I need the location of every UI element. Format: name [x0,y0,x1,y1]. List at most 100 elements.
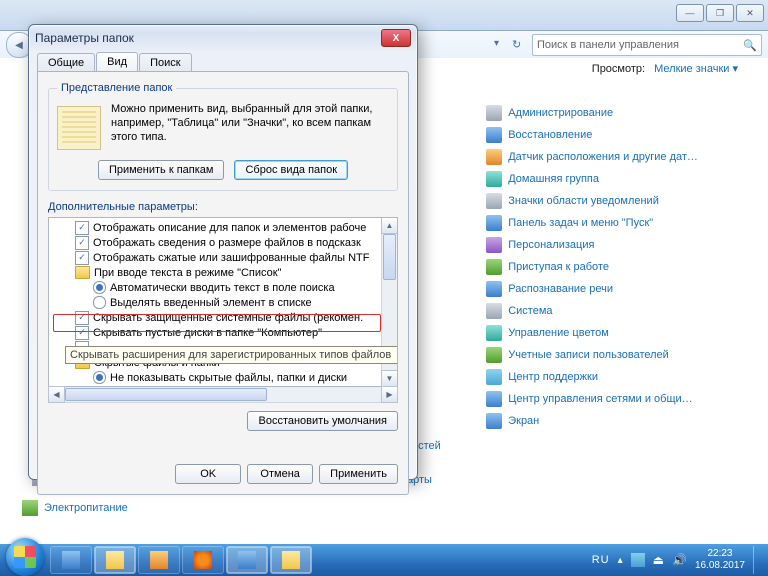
scroll-right-button[interactable]: ▶ [381,386,398,403]
cp-item-label: Панель задач и меню "Пуск" [508,217,653,229]
tree-row[interactable]: ✓Отображать описание для папок и элемент… [49,220,397,235]
close-window-button[interactable]: ✕ [736,4,764,22]
tab-view[interactable]: Вид [96,52,138,72]
cp-item-label: Домашняя группа [508,173,599,185]
maximize-button[interactable]: ❐ [706,4,734,22]
checkbox-icon[interactable]: ✓ [75,251,89,265]
checkbox-icon[interactable]: ✓ [75,236,89,250]
scroll-left-button[interactable]: ◀ [48,386,65,403]
tab-search[interactable]: Поиск [139,53,191,73]
control-panel-item[interactable]: Персонализация [486,234,758,255]
cp-item-icon [486,215,502,231]
minimize-button[interactable]: — [676,4,704,22]
cp-item-icon [486,391,502,407]
control-panel-item[interactable]: Домашняя группа [486,168,758,189]
cp-item-icon [486,325,502,341]
control-panel-icon [238,551,256,569]
control-panel-item[interactable]: Датчик расположения и другие дат… [486,146,758,167]
taskbar-clock[interactable]: 22:23 16.08.2017 [695,548,745,572]
search-input[interactable]: Поиск в панели управления 🔍 [532,34,762,56]
scroll-thumb-h[interactable] [65,388,267,401]
control-panel-item[interactable]: Панель задач и меню "Пуск" [486,212,758,233]
tray-show-hidden-icon[interactable]: ▴ [618,555,623,566]
control-panel-item[interactable]: Учетные записи пользователей [486,344,758,365]
scroll-up-button[interactable]: ▲ [381,217,398,234]
tree-row[interactable]: Не показывать скрытые файлы, папки и дис… [49,370,397,385]
tree-row[interactable]: При вводе текста в режиме "Список" [49,265,397,280]
tree-row[interactable]: ✓Скрывать защищенные системные файлы (ре… [49,310,397,325]
action-center-icon[interactable] [631,553,645,567]
folder-icon [75,266,90,279]
control-panel-item[interactable]: Значки области уведомлений [486,190,758,211]
tree-row-label: Не показывать скрытые файлы, папки и дис… [110,372,347,384]
restore-defaults-button[interactable]: Восстановить умолчания [247,411,398,431]
ie-icon [62,551,80,569]
checkbox-icon[interactable]: ✓ [75,311,89,325]
tree-horizontal-scrollbar[interactable]: ◀ ▶ [48,387,398,403]
tab-general[interactable]: Общие [37,53,95,73]
show-desktop-button[interactable] [753,546,762,574]
radio-icon[interactable] [93,281,106,294]
taskbar-explorer[interactable] [94,546,136,574]
cp-item-label: Восстановление [508,129,592,141]
cp-item-label: Учетные записи пользователей [508,349,669,361]
scroll-thumb-v[interactable] [383,234,396,280]
control-panel-item[interactable]: Экран [486,410,758,431]
advanced-settings-tree[interactable]: ✓Отображать описание для папок и элемент… [48,217,398,387]
cp-item-icon [486,369,502,385]
ok-button[interactable]: OK [175,464,241,484]
cp-item-icon [486,347,502,363]
taskbar-dialog[interactable] [270,546,312,574]
control-panel-item[interactable]: Центр поддержки [486,366,758,387]
start-button[interactable] [6,538,44,576]
tree-row-label: При вводе текста в режиме "Список" [94,267,281,279]
control-panel-item[interactable]: Центр управления сетями и общи… [486,388,758,409]
cancel-button[interactable]: Отмена [247,464,313,484]
cp-item-icon [486,237,502,253]
tree-row-label: Скрывать пустые диски в папке "Компьютер… [93,327,322,339]
scroll-down-button[interactable]: ▼ [381,370,398,387]
control-panel-item[interactable]: Приступая к работе [486,256,758,277]
reset-folders-button[interactable]: Сброс вида папок [234,160,348,180]
taskbar-ie[interactable] [50,546,92,574]
safely-remove-icon[interactable]: ⏏ [653,553,664,567]
view-mode-selector[interactable]: Просмотр: Мелкие значки ▾ [592,62,738,75]
media-icon [150,551,168,569]
tree-row-label: Отображать сведения о размере файлов в п… [93,237,361,249]
tree-row[interactable]: ✓ Отображать сжатые или зашифрованные фай… [49,250,397,265]
taskbar-media-player[interactable] [138,546,180,574]
radio-icon[interactable] [93,371,106,384]
taskbar-control-panel[interactable] [226,546,268,574]
control-panel-item[interactable]: Управление цветом [486,322,758,343]
tree-row[interactable]: ✓ Отображать сведения о размере файлов в … [49,235,397,250]
checkbox-icon[interactable]: ✓ [75,326,89,340]
language-indicator[interactable]: RU [592,554,610,566]
cp-item-icon [486,127,502,143]
tree-row-label: Отображать сжатые или зашифрованные файл… [93,252,369,264]
cp-item-label: Экран [508,415,539,427]
control-panel-item[interactable]: Распознавание речи [486,278,758,299]
radio-icon[interactable] [93,296,106,309]
tree-row[interactable]: Выделять введенный элемент в списке [49,295,397,310]
apply-to-folders-button[interactable]: Применить к папкам [98,160,225,180]
dropdown-icon[interactable]: ▾ [494,38,508,52]
cp-item-icon [486,105,502,121]
power-options-link[interactable]: Электропитание [22,500,128,516]
cp-item-label: Центр управления сетями и общи… [508,393,692,405]
taskbar-firefox[interactable] [182,546,224,574]
control-panel-item[interactable]: Восстановление [486,124,758,145]
refresh-icon[interactable]: ↻ [512,38,526,52]
tree-row[interactable]: Автоматически вводить текст в поле поиск… [49,280,397,295]
control-panel-item[interactable]: Администрирование [486,102,758,123]
folder-view-legend: Представление папок [57,82,176,94]
tree-row[interactable]: ✓ Скрывать пустые диски в папке "Компьюте… [49,325,397,340]
apply-button[interactable]: Применить [319,464,398,484]
folder-icon [106,551,124,569]
checkbox-icon[interactable]: ✓ [75,221,89,235]
control-panel-item[interactable]: Система [486,300,758,321]
advanced-settings-label: Дополнительные параметры: [48,201,398,213]
cp-item-label: Администрирование [508,107,613,119]
cp-item-icon [486,413,502,429]
dialog-close-button[interactable]: X [381,29,411,47]
volume-icon[interactable]: 🔊 [672,553,687,567]
